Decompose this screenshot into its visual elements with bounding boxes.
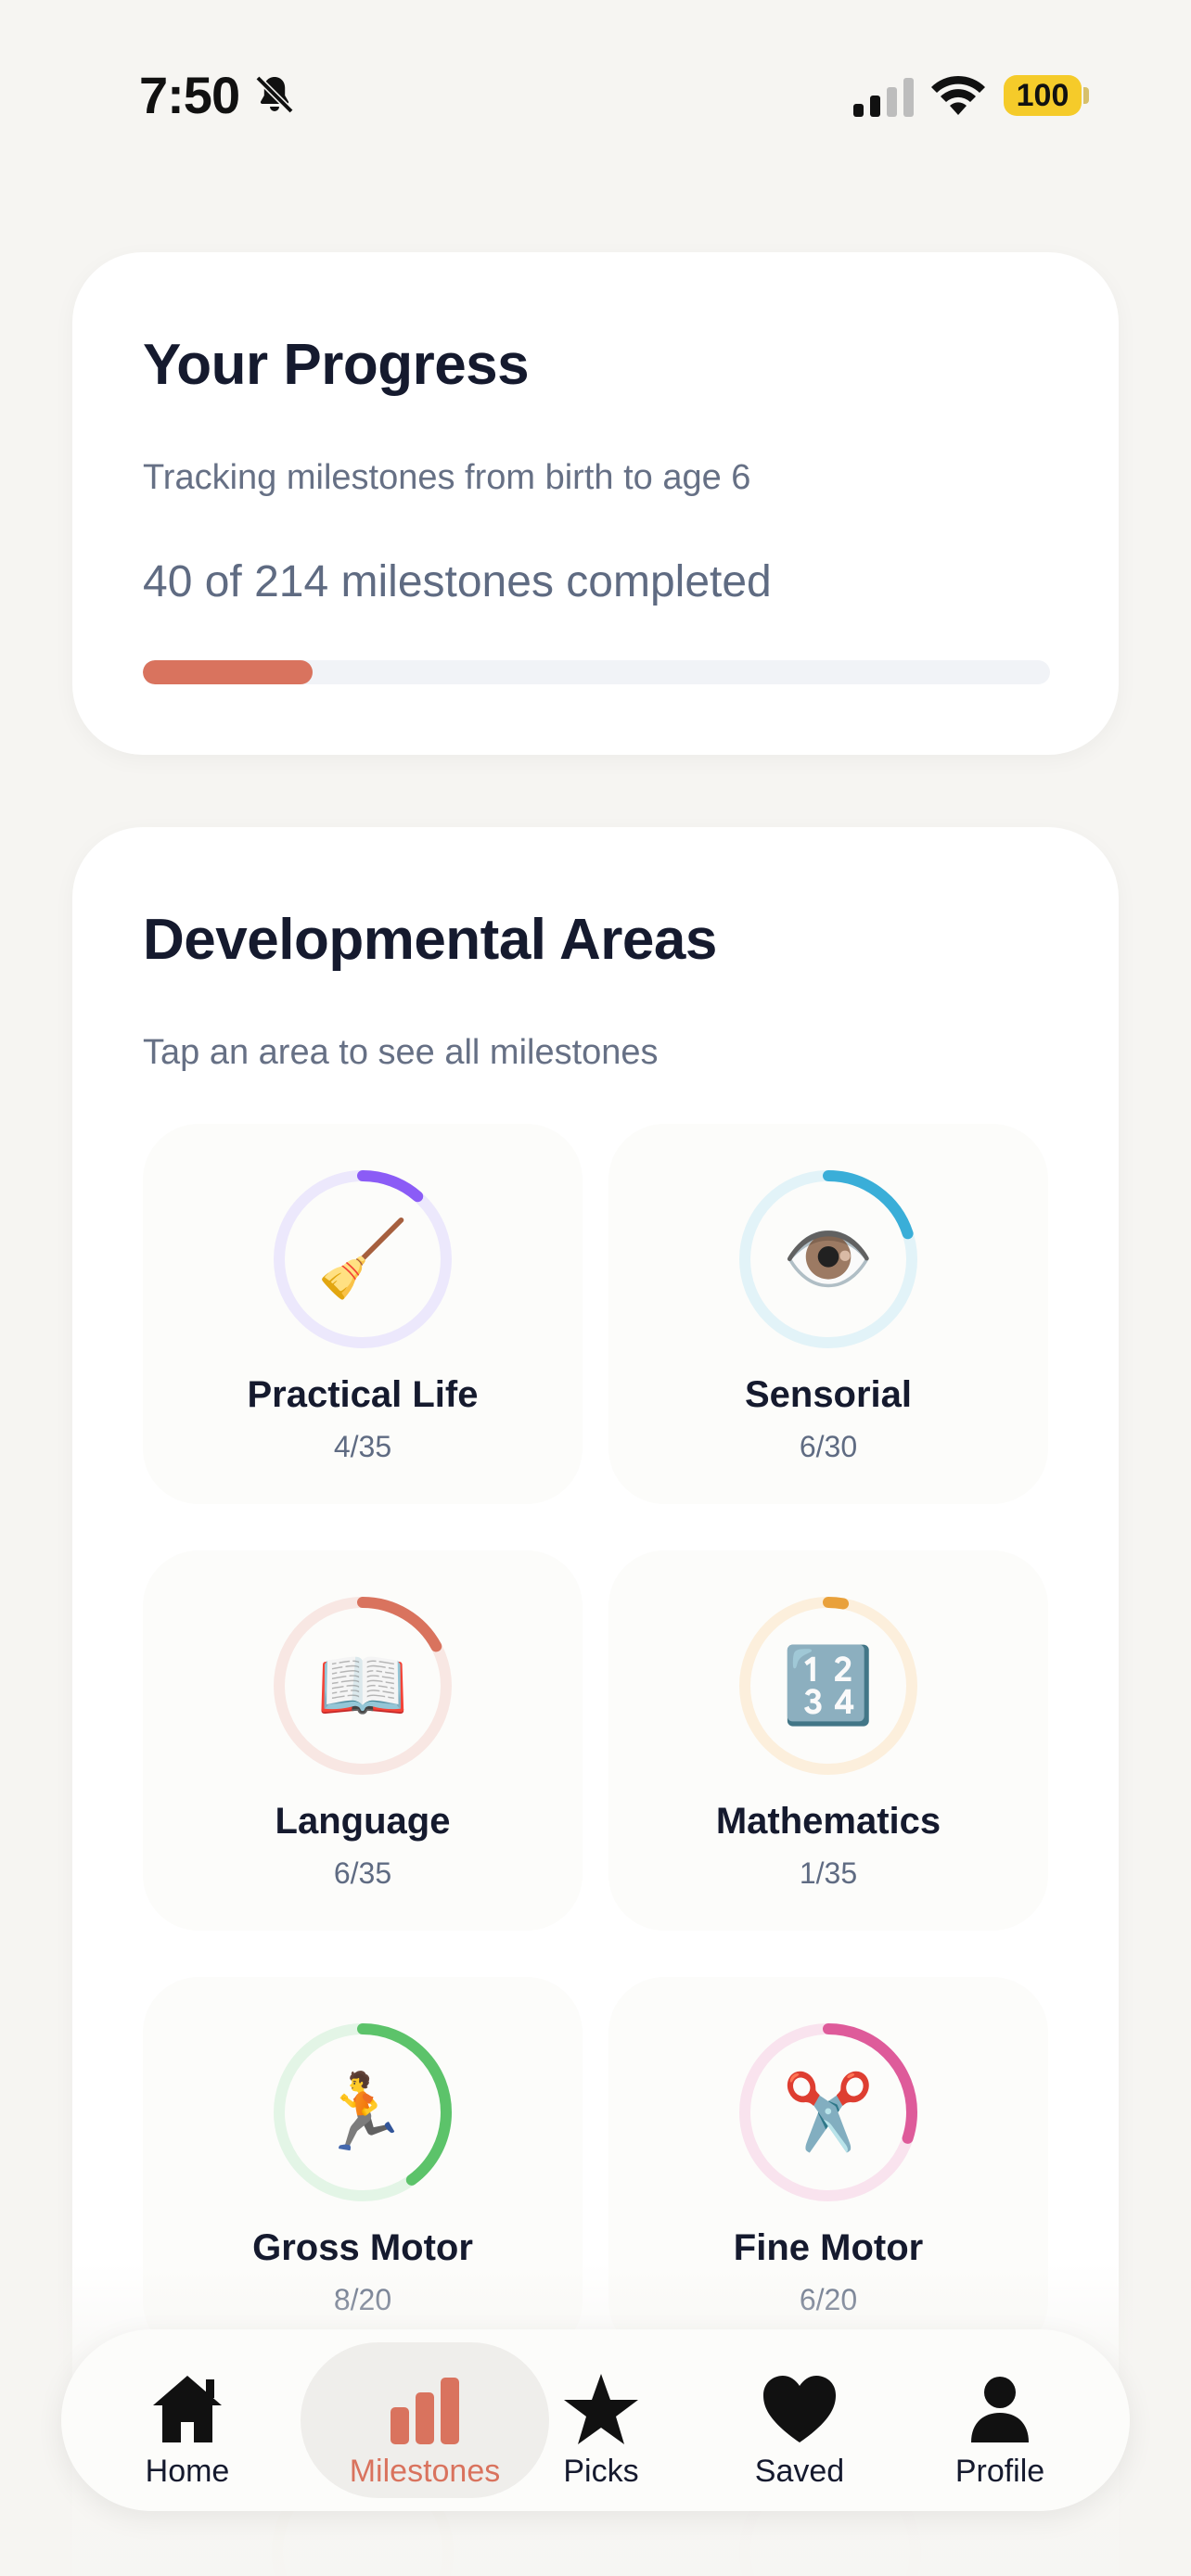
- heart-icon: [763, 2376, 836, 2442]
- progress-title: Your Progress: [143, 333, 530, 397]
- area-tile-language[interactable]: 📖 Language 6/35: [143, 1550, 583, 1931]
- battery-indicator: 100: [1004, 75, 1082, 116]
- wifi-icon: [931, 75, 985, 115]
- tab-label: Saved: [754, 2454, 845, 2489]
- area-tile-practical-life[interactable]: 🧹 Practical Life 4/35: [143, 1124, 583, 1504]
- running-person-icon: 🏃: [316, 2071, 409, 2153]
- home-icon: [153, 2376, 222, 2442]
- status-time: 7:50: [139, 66, 240, 124]
- eye-icon: 👁️: [782, 1218, 875, 1300]
- bell-muted-icon: [255, 75, 294, 114]
- area-name: Language: [275, 1801, 451, 1842]
- open-book-icon: 📖: [316, 1644, 409, 1727]
- areas-title: Developmental Areas: [143, 908, 717, 972]
- area-name: Sensorial: [744, 1374, 913, 1415]
- area-count: 6/30: [799, 1430, 858, 1463]
- progress-card: Your Progress Tracking milestones from b…: [72, 252, 1119, 755]
- tab-label: Picks: [563, 2454, 639, 2489]
- area-tile-mathematics[interactable]: 🔢 Mathematics 1/35: [608, 1550, 1048, 1931]
- tab-bar: Home Milestones Picks Saved Profile: [61, 2329, 1130, 2511]
- area-count: 4/35: [333, 1430, 392, 1463]
- battery-nub: [1083, 87, 1089, 104]
- tab-label: Profile: [954, 2454, 1045, 2489]
- status-bar: 7:50 100: [0, 0, 1191, 195]
- tab-picks[interactable]: Picks: [501, 2342, 701, 2498]
- person-icon: [971, 2377, 1029, 2442]
- progress-count: 40 of 214 milestones completed: [143, 557, 772, 606]
- area-count: 1/35: [799, 1856, 858, 1890]
- numbers-icon: 🔢: [782, 1644, 875, 1727]
- progress-bar: [143, 660, 1050, 684]
- areas-subtitle: Tap an area to see all milestones: [143, 1033, 659, 1072]
- progress-bar-fill: [143, 660, 313, 684]
- area-tile-sensorial[interactable]: 👁️ Sensorial 6/30: [608, 1124, 1048, 1504]
- tab-label: Home: [145, 2454, 230, 2489]
- broom-icon: 🧹: [316, 1218, 409, 1300]
- star-icon: [564, 2374, 638, 2444]
- area-name: Mathematics: [715, 1801, 941, 1842]
- tab-profile[interactable]: Profile: [900, 2342, 1100, 2498]
- scissors-icon: ✂️: [782, 2071, 875, 2153]
- tab-home[interactable]: Home: [87, 2342, 288, 2498]
- progress-subtitle: Tracking milestones from birth to age 6: [143, 458, 751, 497]
- area-name: Practical Life: [247, 1374, 479, 1415]
- cellular-signal-icon: [853, 78, 914, 117]
- bar-chart-icon: [391, 2378, 459, 2444]
- tab-saved[interactable]: Saved: [699, 2342, 900, 2498]
- area-count: 6/35: [333, 1856, 392, 1890]
